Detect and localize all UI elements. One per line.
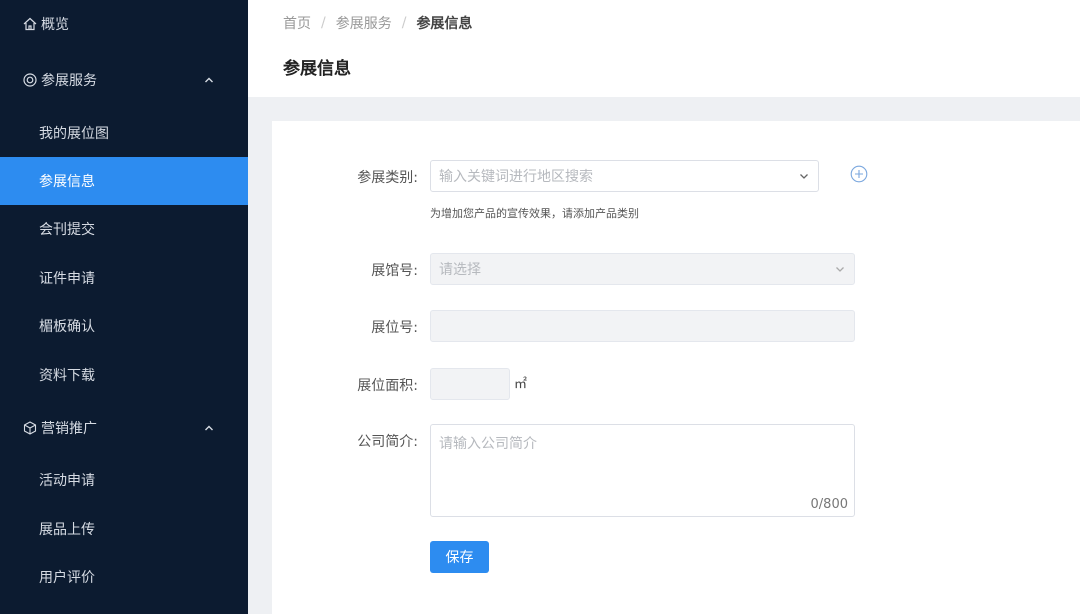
- sidebar-item-label: 会刊提交: [39, 222, 95, 238]
- chevron-down-icon: [834, 263, 846, 275]
- booth-label: 展位号:: [371, 320, 418, 336]
- sidebar-group-label: 营销推广: [41, 421, 97, 437]
- breadcrumb-current: 参展信息: [416, 16, 473, 32]
- sidebar-item-label: 展品上传: [39, 522, 95, 538]
- chevron-up-icon: [202, 421, 216, 435]
- intro-placeholder: 请输入公司简介: [439, 436, 537, 452]
- sidebar-item-label: 资料下载: [39, 368, 95, 384]
- sidebar-item-user-reviews[interactable]: 用户评价: [0, 553, 248, 601]
- breadcrumb-separator: /: [321, 15, 326, 31]
- intro-textarea[interactable]: 请输入公司简介 0/800: [430, 424, 855, 517]
- sidebar-item-catalog-submit[interactable]: 会刊提交: [0, 205, 248, 253]
- sidebar-item-label: 用户评价: [39, 570, 95, 586]
- category-select[interactable]: 输入关键词进行地区搜索: [430, 160, 819, 192]
- sidebar-item-event-apply[interactable]: 活动申请: [0, 456, 248, 504]
- page-title: 参展信息: [283, 59, 351, 79]
- area-field[interactable]: [430, 368, 510, 400]
- form-card: 参展类别: 输入关键词进行地区搜索 为增加您产品的宣传效果，请添加产品类别 展馆…: [272, 121, 1080, 614]
- intro-char-count: 0/800: [810, 497, 848, 512]
- breadcrumb: 首页 / 参展服务 / 参展信息: [283, 13, 472, 33]
- sidebar-item-exhibit-info[interactable]: 参展信息: [0, 157, 248, 205]
- sidebar-group-marketing[interactable]: 营销推广: [0, 404, 248, 452]
- category-placeholder: 输入关键词进行地区搜索: [439, 169, 593, 185]
- sidebar-item-label: 我的展位图: [39, 126, 109, 142]
- chevron-up-icon: [202, 73, 216, 87]
- cube-icon: [22, 420, 38, 436]
- intro-label: 公司简介:: [357, 434, 418, 450]
- sidebar-item-badge-apply[interactable]: 证件申请: [0, 254, 248, 302]
- sidebar-item-label: 参展信息: [39, 174, 95, 190]
- sidebar-item-overview[interactable]: 概览: [0, 0, 248, 48]
- sidebar-group-exhibit-services[interactable]: 参展服务: [0, 56, 248, 104]
- category-hint: 为增加您产品的宣传效果，请添加产品类别: [430, 207, 639, 220]
- breadcrumb-separator: /: [401, 15, 407, 31]
- sidebar-item-fascia-confirm[interactable]: 楣板确认: [0, 302, 248, 350]
- hall-label: 展馆号:: [371, 263, 418, 279]
- sidebar-item-label: 活动申请: [39, 473, 95, 489]
- sidebar-item-label: 证件申请: [39, 271, 95, 287]
- sidebar-item-booth-map[interactable]: 我的展位图: [0, 109, 248, 157]
- sidebar-item-downloads[interactable]: 资料下载: [0, 351, 248, 399]
- sidebar-item-label: 楣板确认: [39, 319, 95, 335]
- add-category-icon[interactable]: [850, 165, 868, 183]
- sidebar-group-label: 参展服务: [41, 73, 97, 89]
- category-label: 参展类别:: [357, 170, 418, 186]
- home-icon: [22, 16, 38, 32]
- booth-field[interactable]: [430, 310, 855, 342]
- sidebar-item-label: 概览: [41, 17, 69, 33]
- breadcrumb-home[interactable]: 首页: [283, 13, 311, 33]
- area-label: 展位面积:: [357, 378, 418, 394]
- save-button[interactable]: 保存: [430, 541, 489, 573]
- hall-placeholder: 请选择: [439, 262, 481, 278]
- chevron-down-icon: [798, 170, 810, 182]
- breadcrumb-services[interactable]: 参展服务: [336, 13, 392, 33]
- target-icon: [22, 72, 38, 88]
- hall-select[interactable]: 请选择: [430, 253, 855, 285]
- sidebar-item-product-upload[interactable]: 展品上传: [0, 505, 248, 553]
- area-unit: ㎡: [514, 377, 528, 392]
- page-header: 首页 / 参展服务 / 参展信息 参展信息: [248, 0, 1080, 97]
- sidebar: 概览 参展服务 我的展位图 参展信息 会刊提交 证件申请 楣板确认 资料下载 营…: [0, 0, 248, 614]
